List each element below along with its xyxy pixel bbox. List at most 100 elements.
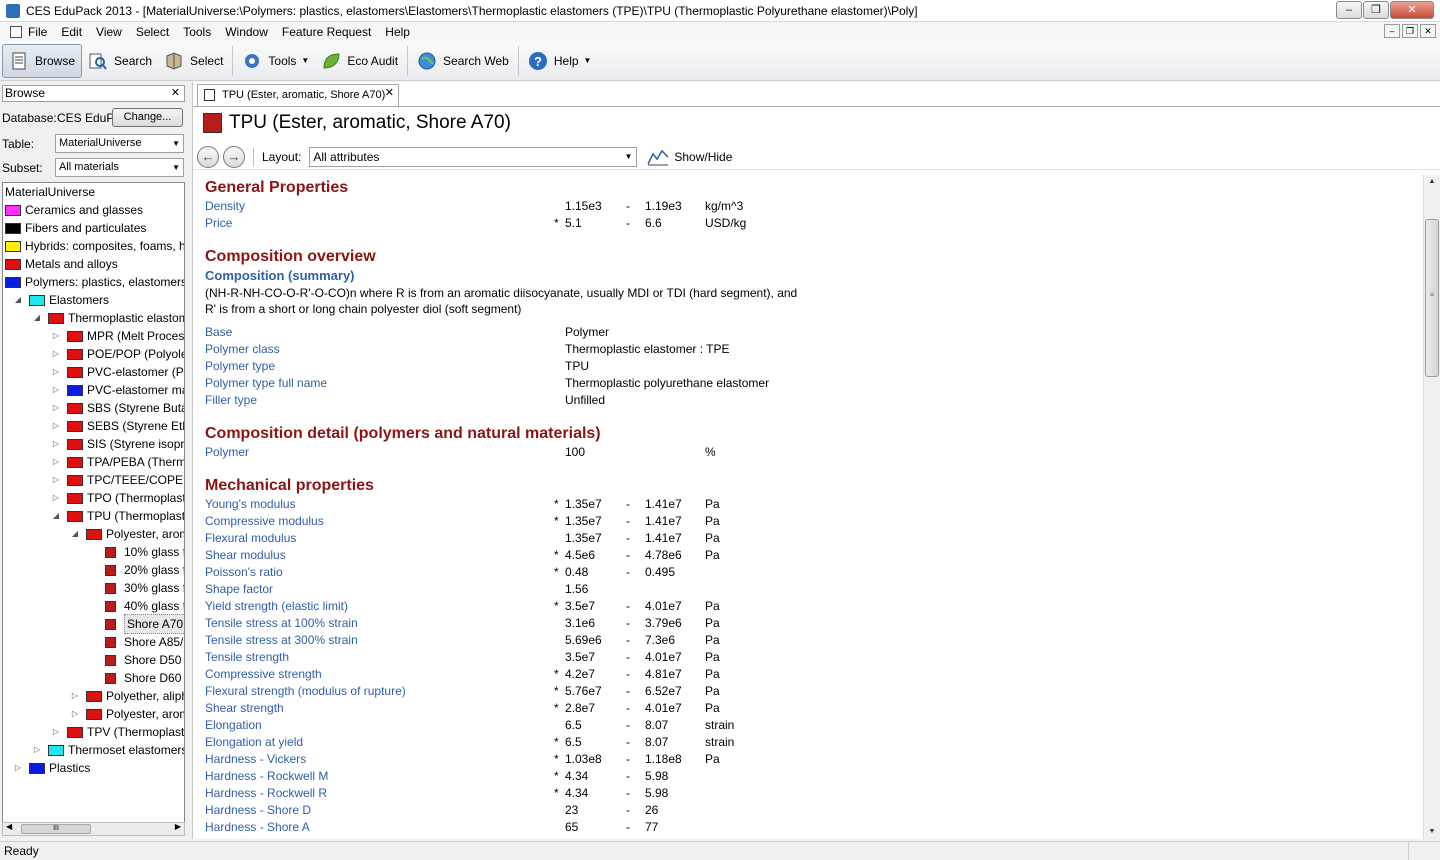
tree-node[interactable]: ▷ MPR (Melt Process <box>51 327 184 345</box>
tree-node[interactable]: 40% glass fil <box>89 597 184 615</box>
attribute-name-link[interactable]: Tensile strength <box>205 649 289 666</box>
mdi-close-button[interactable]: ✕ <box>1420 24 1436 38</box>
expand-icon[interactable]: ▷ <box>70 705 80 723</box>
attribute-name-link[interactable]: Hardness - Rockwell M <box>205 768 328 785</box>
attribute-name-link[interactable]: Tensile stress at 100% strain <box>205 615 358 632</box>
attribute-name-link[interactable]: Flexural modulus <box>205 530 296 547</box>
vertical-scrollbar[interactable]: ▲ ≡ ▼ <box>1423 175 1440 839</box>
tree-node[interactable]: ▷ Polyether, aliph <box>70 687 184 705</box>
collapse-icon[interactable]: ◢ <box>13 291 23 309</box>
expand-icon[interactable]: ▷ <box>51 471 61 489</box>
tree-node[interactable]: ▷ SBS (Styrene Butadi <box>51 399 184 417</box>
menu-help[interactable]: Help <box>385 25 410 39</box>
expand-icon[interactable]: ▷ <box>70 687 80 705</box>
menu-file[interactable]: File <box>28 25 47 39</box>
tree-node[interactable]: ▷ Plastics <box>13 759 90 777</box>
attribute-name-link[interactable]: Hardness - Vickers <box>205 751 306 768</box>
tree-node[interactable]: ▷ Thermoset elastomers <box>32 741 184 759</box>
tree-node[interactable]: Shore D60 <box>89 669 181 687</box>
eco-audit-button[interactable]: Eco Audit <box>315 44 404 78</box>
attribute-name-link[interactable]: Elongation at yield <box>205 734 303 751</box>
attribute-name-link[interactable]: Hardness - Rockwell R <box>205 785 327 802</box>
scroll-left-icon[interactable]: ◀ <box>6 822 12 831</box>
collapse-icon[interactable]: ◢ <box>32 309 42 327</box>
close-icon[interactable]: ✕ <box>171 86 180 101</box>
menu-window[interactable]: Window <box>225 25 268 39</box>
select-button[interactable]: Select <box>158 44 229 78</box>
attribute-name-link[interactable]: Polymer class <box>205 341 280 358</box>
attribute-name-link[interactable]: Flexural strength (modulus of rupture) <box>205 683 406 700</box>
expand-icon[interactable]: ▷ <box>51 381 61 399</box>
tree-node[interactable]: ▷ SEBS (Styrene Ethyl <box>51 417 184 435</box>
chart-icon[interactable] <box>647 148 669 166</box>
tree-node[interactable]: ▷ SIS (Styrene isopren <box>51 435 184 453</box>
change-database-button[interactable]: Change... <box>112 108 183 127</box>
mdi-minimize-button[interactable]: – <box>1384 24 1400 38</box>
tree-node[interactable]: ◢ Polyester, arom <box>70 525 184 543</box>
attribute-name-link[interactable]: Density <box>205 198 245 215</box>
menu-tools[interactable]: Tools <box>183 25 211 39</box>
tree-node[interactable]: ▷ TPC/TEEE/COPE (T <box>51 471 184 489</box>
expand-icon[interactable]: ▷ <box>51 453 61 471</box>
expand-icon[interactable]: ▷ <box>51 399 61 417</box>
attribute-name-link[interactable]: Base <box>205 324 232 341</box>
menu-view[interactable]: View <box>96 25 122 39</box>
tree-node[interactable]: Shore A70 <box>89 614 184 634</box>
scroll-thumb[interactable]: III <box>21 824 91 834</box>
expand-icon[interactable]: ▷ <box>51 363 61 381</box>
tools-button[interactable]: Tools ▼ <box>236 44 315 78</box>
attribute-name-link[interactable]: Young's modulus <box>205 496 296 513</box>
show-hide-button[interactable]: Show/Hide <box>674 150 732 164</box>
collapse-icon[interactable]: ◢ <box>51 507 61 525</box>
attribute-name-link[interactable]: Polymer type <box>205 358 275 375</box>
attribute-name-link[interactable]: Poisson's ratio <box>205 564 283 581</box>
attribute-name-link[interactable]: Polymer type full name <box>205 375 327 392</box>
attribute-name-link[interactable]: Polymer <box>205 444 249 461</box>
table-select[interactable]: MaterialUniverse ▼ <box>55 134 184 153</box>
attribute-name-link[interactable]: Compressive modulus <box>205 513 324 530</box>
close-button[interactable]: ✕ <box>1390 1 1434 19</box>
tree-node[interactable]: ◢ TPU (Thermoplasti <box>51 507 184 525</box>
search-button[interactable]: Search <box>82 44 158 78</box>
menu-feature-request[interactable]: Feature Request <box>282 25 371 39</box>
tree-node[interactable]: ▷ TPA/PEBA (Thermo <box>51 453 184 471</box>
tree-node[interactable]: Fibers and particulates <box>5 219 146 237</box>
menu-edit[interactable]: Edit <box>61 25 82 39</box>
scroll-up-icon[interactable]: ▲ <box>1424 175 1440 189</box>
menu-select[interactable]: Select <box>136 25 169 39</box>
tree-node[interactable]: ◢ Thermoplastic elastom <box>32 309 184 327</box>
tree-node[interactable]: ▷ POE/POP (Polyolef <box>51 345 184 363</box>
resize-grip[interactable] <box>1408 842 1438 860</box>
expand-icon[interactable]: ▷ <box>51 489 61 507</box>
document-icon[interactable] <box>10 25 22 38</box>
scroll-thumb[interactable]: ≡ <box>1425 219 1439 377</box>
tree-node[interactable]: Polymers: plastics, elastomers <box>5 273 184 291</box>
horizontal-scrollbar[interactable]: ◀ III ▶ <box>2 822 185 836</box>
tree-node[interactable]: Shore D50 <box>89 651 181 669</box>
attribute-name-link[interactable]: Elongation <box>205 717 262 734</box>
attribute-name-link[interactable]: Hardness - Shore D <box>205 802 311 819</box>
tree-node[interactable]: ▷ TPV (Thermoplastic <box>51 723 184 741</box>
attribute-name-link[interactable]: Shear strength <box>205 700 284 717</box>
attribute-name-link[interactable]: Tensile stress at 300% strain <box>205 632 358 649</box>
tree-node[interactable]: Ceramics and glasses <box>5 201 143 219</box>
tree-node[interactable]: MaterialUniverse <box>5 183 95 201</box>
expand-icon[interactable]: ▷ <box>51 723 61 741</box>
attribute-name-link[interactable]: Yield strength (elastic limit) <box>205 598 348 615</box>
tab-record[interactable]: TPU (Ester, aromatic, Shore A70) ✕ <box>197 84 399 106</box>
maximize-button[interactable]: ❐ <box>1363 1 1389 19</box>
tree-node[interactable]: ▷ PVC-elastomer mat <box>51 381 184 399</box>
tree-node[interactable]: Shore A85/D <box>89 633 184 651</box>
search-web-button[interactable]: Search Web <box>411 44 515 78</box>
forward-button[interactable]: → <box>223 145 245 168</box>
expand-icon[interactable]: ▷ <box>51 417 61 435</box>
tree-node[interactable]: 10% glass fil <box>89 543 184 561</box>
attribute-name-link[interactable]: Price <box>205 215 232 232</box>
back-button[interactable]: ← <box>197 145 219 168</box>
expand-icon[interactable]: ▷ <box>51 435 61 453</box>
tree-node[interactable]: 30% glass fil <box>89 579 184 597</box>
minimize-button[interactable]: – <box>1336 1 1362 19</box>
tree-node[interactable]: Metals and alloys <box>5 255 118 273</box>
expand-icon[interactable]: ▷ <box>32 741 42 759</box>
subset-select[interactable]: All materials ▼ <box>55 158 184 177</box>
